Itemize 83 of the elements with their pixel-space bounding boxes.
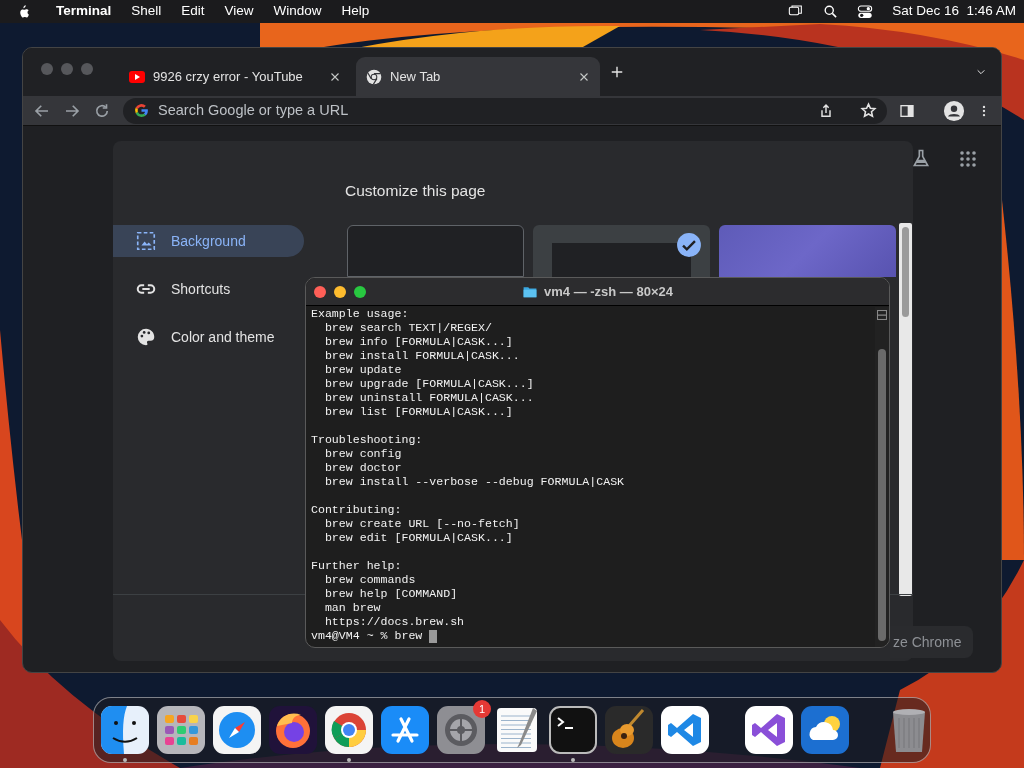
play-icon [129, 70, 145, 83]
flask-icon[interactable] [911, 147, 931, 169]
sidebar-item[interactable]: Color and theme [113, 321, 304, 353]
terminal-line: Contributing: [311, 503, 402, 517]
terminal-line: brew install --verbose --debug FORMULA|CASK [323, 475, 625, 489]
check-icon [676, 232, 702, 258]
profile-icon[interactable] [943, 99, 965, 122]
app-menu[interactable]: Terminal [46, 1, 122, 22]
terminal-line: brew create URL [--no-fetch] [323, 517, 520, 531]
terminal-line: Troubleshooting: [311, 433, 423, 447]
folder-icon [522, 284, 538, 299]
menu-item[interactable]: Window [263, 1, 332, 22]
terminal-line: brew edit [FORMULA|CASK...] [323, 531, 513, 545]
browser-tab[interactable]: New Tab [356, 57, 600, 96]
clock[interactable]: Sat Dec 16 1:46 AM [892, 1, 1016, 22]
terminal-line: brew update [323, 363, 402, 377]
dialog-title: Customize this page [345, 181, 486, 201]
terminal-line: brew config [323, 447, 402, 461]
browser-tab[interactable]: 9926 crzy error - YouTube [119, 57, 351, 96]
terminal-line: https://docs.brew.sh [323, 615, 465, 629]
terminal-line: brew uninstall FORMULA|CASK... [323, 391, 534, 405]
window-control[interactable] [354, 286, 366, 298]
window-control[interactable] [334, 286, 346, 298]
g-logo-icon [133, 102, 150, 119]
terminal-line: brew install FORMULA|CASK... [323, 349, 520, 363]
terminal-icon[interactable] [549, 706, 597, 754]
background-thumbnail[interactable] [719, 225, 896, 277]
cursor [429, 630, 438, 643]
tab-title: 9926 crzy error - YouTube [153, 67, 304, 86]
menu-item[interactable]: Shell [121, 1, 172, 22]
circle-logo-icon[interactable] [325, 706, 373, 754]
palette-icon [135, 326, 157, 348]
customize-chrome-button[interactable]: ze Chrome [890, 626, 974, 658]
menu-item[interactable]: Help [331, 1, 380, 22]
window-control[interactable] [314, 286, 326, 298]
smiling-face-icon[interactable] [101, 706, 149, 754]
close-icon[interactable] [578, 70, 590, 83]
pencil-ruler-icon[interactable] [381, 706, 429, 754]
cloud-sun-icon[interactable] [801, 706, 849, 754]
compass-icon[interactable] [213, 706, 261, 754]
sidebar-item[interactable]: Shortcuts [113, 273, 304, 305]
address-bar[interactable]: Search Google or type a URL [123, 97, 887, 124]
terminal-line: brew commands [323, 573, 416, 587]
window-title: vm4 — -zsh — 80×24 [544, 282, 673, 301]
chevron-down-icon[interactable] [974, 67, 988, 77]
circle-logo-icon [366, 68, 382, 85]
plus-icon[interactable] [610, 65, 624, 79]
terminal-prompt: vm4@VM4 ~ % brew [311, 629, 424, 643]
guitar-icon[interactable] [605, 706, 653, 754]
terminal-line: brew info [FORMULA|CASK...] [323, 335, 513, 349]
background-thumbnail[interactable] [533, 225, 710, 277]
terminal-line: brew doctor [323, 461, 402, 475]
background-thumbnail[interactable] [347, 225, 524, 277]
toggle-icon[interactable] [856, 3, 875, 20]
sidebar-item[interactable]: Background [113, 225, 304, 257]
terminal-line: Further help: [311, 559, 402, 573]
terminal-line: man brew [323, 601, 381, 615]
menu-item[interactable]: View [214, 1, 264, 22]
ribbon-icon[interactable] [745, 706, 793, 754]
split-icon [877, 310, 887, 320]
scrollbar-thumb[interactable] [878, 349, 886, 641]
ribbon-icon[interactable] [661, 706, 709, 754]
sidebar-icon[interactable] [899, 102, 915, 119]
terminal-line: brew help [COMMAND] [323, 587, 458, 601]
gear-icon[interactable] [437, 706, 485, 754]
terminal-line: brew upgrade [FORMULA|CASK...] [323, 377, 534, 391]
fox-globe-icon[interactable] [269, 706, 317, 754]
apps-grid-icon[interactable] [959, 150, 977, 168]
share-icon[interactable] [818, 102, 834, 119]
star-icon[interactable] [860, 102, 877, 119]
menu-item[interactable]: Edit [171, 1, 215, 22]
terminal-line: Example usage: [311, 307, 409, 321]
notification-count: 1 [473, 700, 491, 718]
terminal-line: brew search TEXT|/REGEX/ [323, 321, 492, 335]
terminal-line: brew list [FORMULA|CASK...] [323, 405, 513, 419]
reload-icon[interactable] [93, 101, 111, 120]
image-icon [135, 230, 157, 252]
scrollbar[interactable] [899, 223, 912, 596]
search-icon[interactable] [823, 4, 839, 19]
close-icon[interactable] [329, 70, 341, 83]
app-grid-icon[interactable] [157, 706, 205, 754]
tab-title: New Tab [390, 67, 442, 86]
apple-icon [18, 3, 32, 20]
